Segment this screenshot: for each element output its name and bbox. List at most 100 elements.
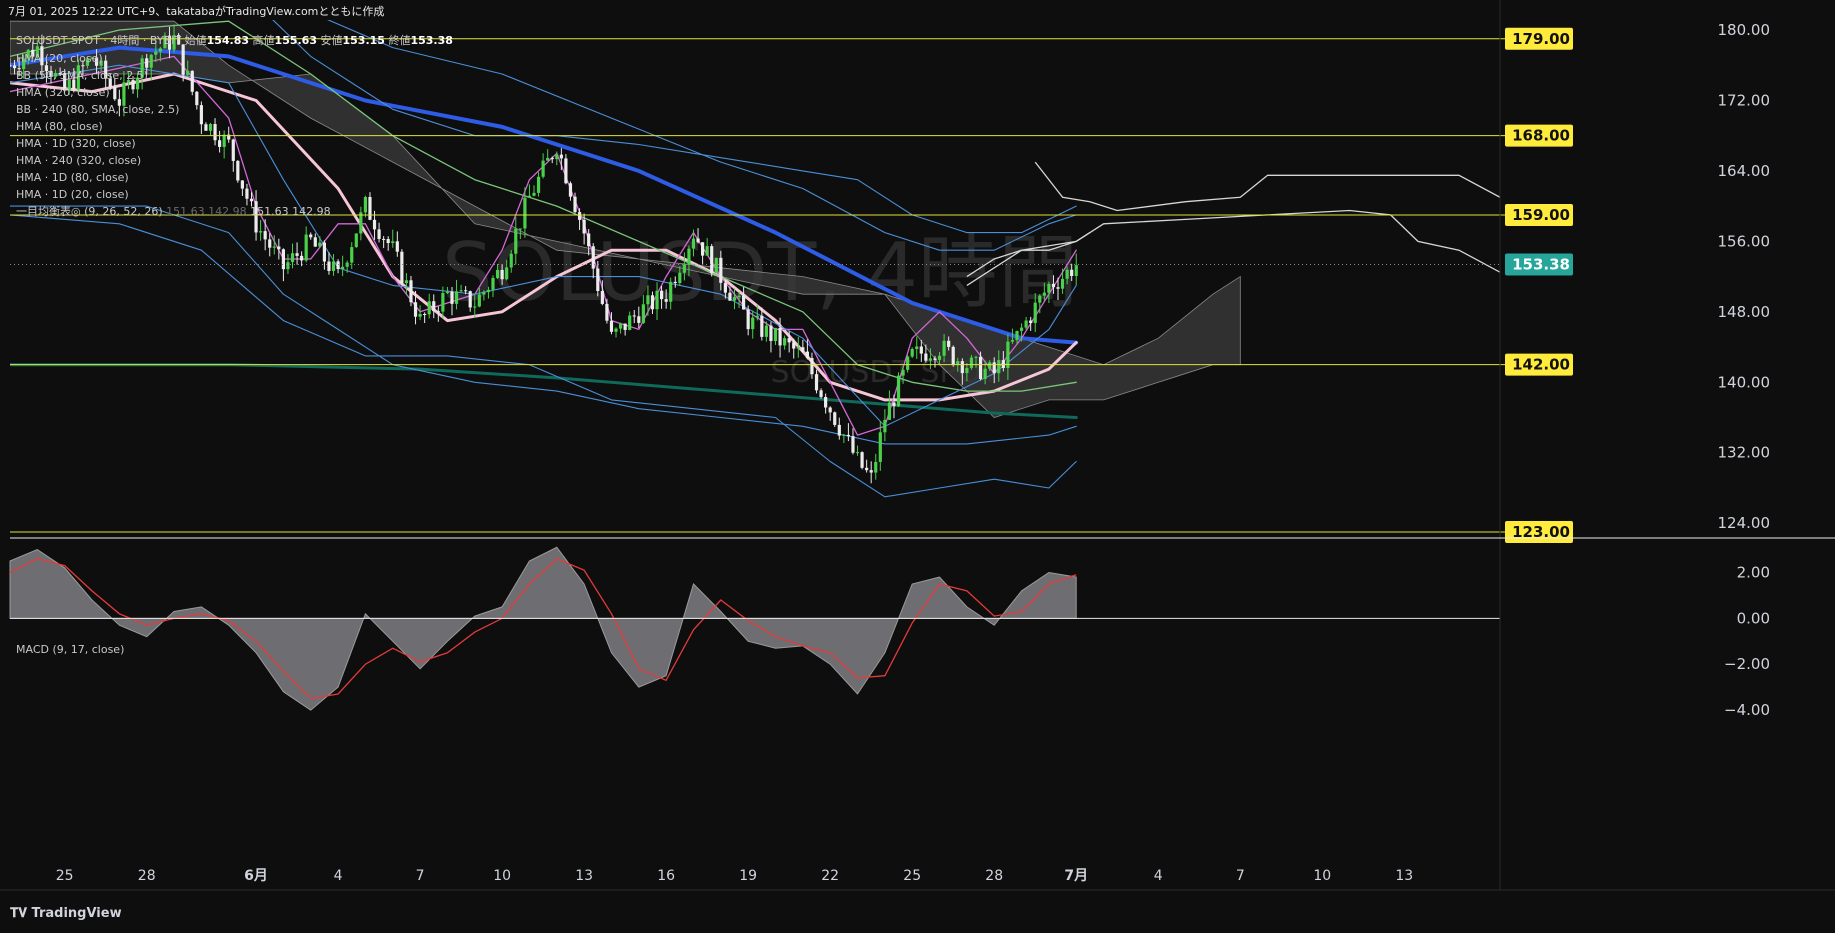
candle-body [559, 154, 563, 159]
candle-body [992, 362, 996, 374]
indicator-legend: HMA (80, close) [16, 120, 103, 133]
price-tick-label: 132.00 [1718, 444, 1771, 462]
candle-body [418, 313, 422, 317]
candle-body [536, 176, 541, 193]
candle-body [960, 361, 964, 374]
candle-body [988, 362, 992, 369]
candle-body [1001, 360, 1005, 369]
date-tick-label: 7月 [1064, 868, 1088, 884]
candle-body [495, 269, 500, 278]
candle-body [523, 197, 527, 229]
candle-body [710, 246, 714, 273]
ohlc-value: 154.83 [207, 34, 249, 47]
level-tag-label: 179.00 [1512, 30, 1570, 48]
candle-body [404, 280, 409, 284]
candle-body [1047, 283, 1051, 293]
candle-body [906, 356, 910, 370]
candle-body [1006, 341, 1010, 369]
macd-tick-label: 2.00 [1737, 564, 1770, 582]
candle-body [956, 361, 960, 365]
candle-body [810, 358, 814, 375]
candle-body [1015, 330, 1019, 341]
candle-body [546, 157, 550, 161]
candle-body [368, 196, 372, 220]
ichimoku-value: 151.63 [163, 205, 205, 218]
candle-body [637, 316, 641, 323]
candle-body [600, 291, 604, 304]
price-tick-label: 164.00 [1718, 162, 1771, 180]
price-pane[interactable]: SOLUSDT, 4時間SOLUSDT SPOT [8, 0, 1506, 533]
candle-body [1056, 287, 1060, 289]
indicator-legend: HMA · 1D (80, close) [16, 171, 129, 184]
candle-body [372, 219, 377, 230]
chart-canvas[interactable]: SOLUSDT, 4時間SOLUSDT SPOT 180.00172.00164… [0, 0, 1835, 933]
candle-body [778, 327, 782, 346]
ichimoku-value: 142.98 [289, 205, 331, 218]
macd-legend: MACD (9, 17, close) [16, 643, 124, 656]
indicator-legend: BB · 240 (80, SMA, close, 2.5) [16, 103, 179, 116]
candle-body [190, 70, 194, 92]
candle-body [81, 65, 85, 67]
candle-body [272, 246, 276, 248]
macd-tick-label: −4.00 [1724, 701, 1770, 719]
candle-body [591, 246, 595, 269]
price-tick-label: 124.00 [1718, 514, 1771, 532]
level-tag-label: 159.00 [1512, 206, 1570, 224]
candle-body [154, 51, 158, 55]
candle-body [623, 323, 627, 330]
date-tick-label: 13 [1395, 868, 1413, 884]
candle-body [924, 353, 928, 361]
price-tick-label: 148.00 [1718, 303, 1771, 321]
tradingview-brand[interactable]: 𝐓𝐕 TradingView [10, 906, 122, 921]
candle-body [386, 239, 390, 244]
candle-body [527, 195, 532, 198]
candle-body [491, 277, 495, 290]
candle-body [158, 48, 162, 52]
candle-body [395, 241, 399, 252]
candle-body [632, 315, 636, 317]
candle-body [281, 249, 285, 270]
candle-body [1070, 269, 1074, 276]
candle-body [213, 124, 217, 141]
indicator-legend: BB (50, SMA, close, 2.5) [16, 69, 148, 82]
macd-pane[interactable] [9, 546, 1500, 711]
candle-body [541, 160, 545, 177]
candle-body [409, 280, 413, 303]
date-tick-label: 28 [138, 868, 156, 884]
candle-body [573, 196, 577, 213]
candle-body [12, 65, 17, 69]
ichimoku-line-upper [1034, 161, 1500, 212]
candle-body [874, 461, 878, 473]
candle-body [997, 360, 1001, 374]
candle-body [382, 238, 386, 240]
candle-body [773, 327, 778, 342]
candle-body [509, 253, 513, 268]
level-tag-label: 142.00 [1512, 356, 1570, 374]
candle-body [723, 282, 727, 293]
date-tick-label: 10 [1313, 868, 1331, 884]
candle-body [755, 315, 759, 318]
macd-tick-label: 0.00 [1737, 609, 1770, 627]
candle-body [290, 253, 295, 263]
date-tick-label: 4 [334, 868, 343, 884]
candle-body [432, 301, 436, 312]
candle-body [259, 231, 263, 233]
candle-body [737, 295, 741, 298]
candle-body [1019, 327, 1024, 331]
candle-body [327, 261, 331, 271]
price-tick-label: 180.00 [1718, 21, 1771, 39]
candle-body [814, 374, 819, 391]
price-tick-label: 156.00 [1718, 232, 1771, 250]
candle-body [769, 325, 773, 342]
candle-body [341, 266, 345, 270]
indicator-legend: HMA · 1D (320, close) [16, 137, 136, 150]
ohlc-label: 始値 [185, 33, 207, 47]
candle-body [609, 320, 614, 332]
candle-body [978, 356, 983, 379]
candle-body [655, 290, 659, 310]
axes: 180.00172.00164.00156.00148.00140.00132.… [0, 0, 1835, 891]
candle-body [618, 323, 623, 329]
candle-body [837, 424, 841, 436]
candle-body [669, 281, 673, 302]
candle-body [400, 251, 404, 284]
